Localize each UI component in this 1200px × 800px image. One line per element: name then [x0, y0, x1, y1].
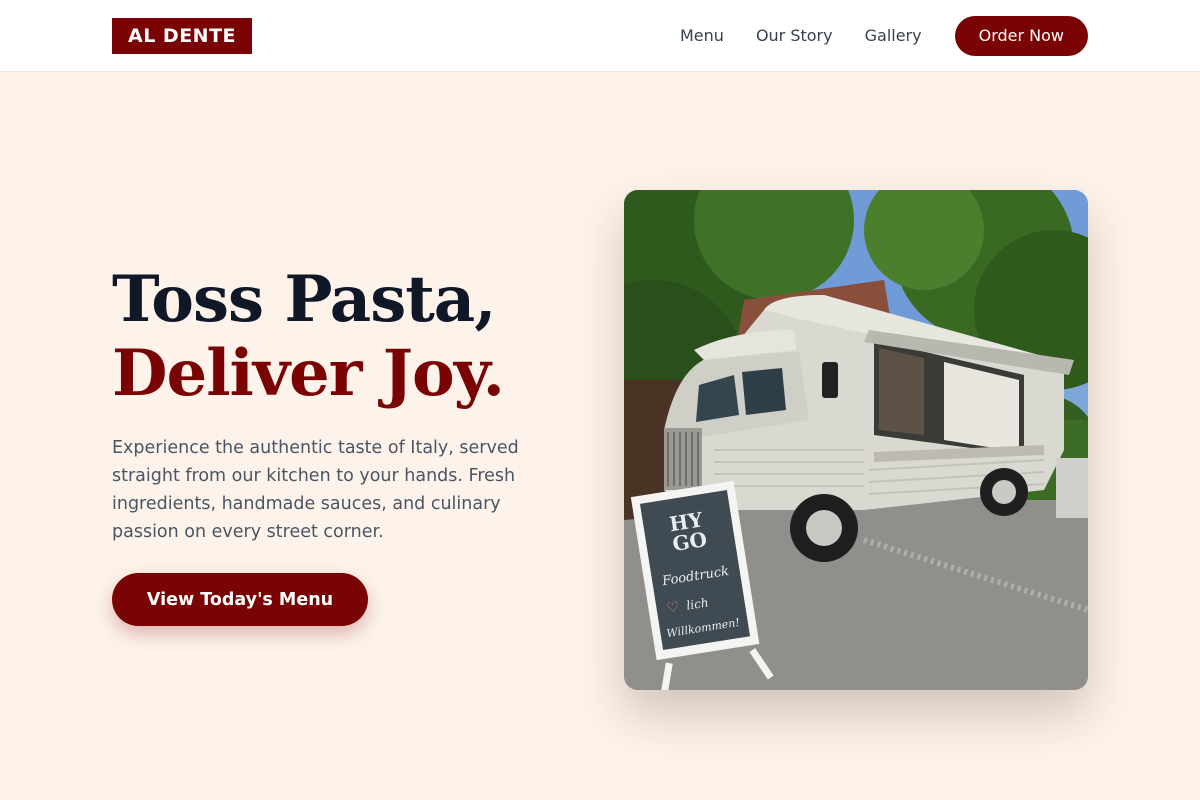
main-nav: Menu Our Story Gallery Order Now	[680, 16, 1088, 56]
nav-link-gallery[interactable]: Gallery	[865, 16, 922, 56]
hero-title-line2: Deliver Joy.	[112, 336, 505, 411]
brand-logo[interactable]: AL DENTE	[112, 18, 253, 54]
heart-icon: ♡	[665, 599, 680, 617]
site-header: AL DENTE Menu Our Story Gallery Order No…	[0, 0, 1200, 72]
order-now-button[interactable]: Order Now	[954, 16, 1088, 56]
nav-link-our-story[interactable]: Our Story	[756, 16, 833, 56]
hero-title-line1: Toss Pasta,	[112, 262, 497, 337]
food-truck-photo: HY GO Foodtruck lich Willkommen! ♡	[624, 190, 1088, 690]
hero-title: Toss Pasta, Deliver Joy.	[112, 263, 592, 411]
hero-description: Experience the authentic taste of Italy,…	[112, 438, 519, 542]
view-menu-button[interactable]: View Today's Menu	[112, 573, 368, 626]
nav-link-menu[interactable]: Menu	[680, 16, 724, 56]
